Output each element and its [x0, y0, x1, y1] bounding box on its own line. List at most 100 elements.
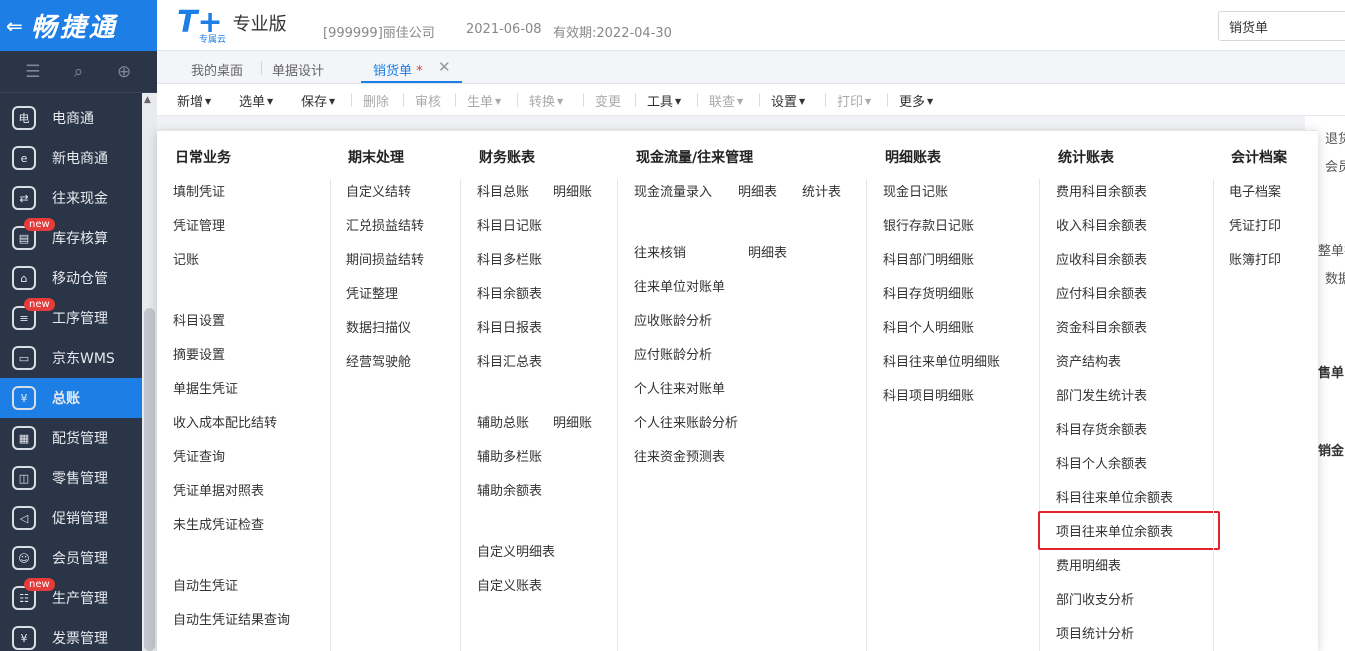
menu-item-voucher-query[interactable]: 凭证查询	[173, 446, 225, 465]
menu-item-inventory-balance[interactable]: 科目存货余额表	[1056, 419, 1147, 438]
tab-form-design[interactable]: 单据设计	[272, 60, 324, 79]
sidebar-item-distribution[interactable]: ▦ 配货管理	[0, 418, 142, 458]
menu-item-inventory-detail[interactable]: 科目存货明细账	[883, 283, 974, 302]
search-input[interactable]	[1218, 11, 1345, 41]
delete-button[interactable]: 删除	[363, 91, 389, 110]
menu-item-summary-settings[interactable]: 摘要设置	[173, 344, 225, 363]
menu-item-data-scanner[interactable]: 数据扫描仪	[346, 317, 411, 336]
menu-item-aux-multicolumn[interactable]: 辅助多栏账	[477, 446, 542, 465]
sidebar-item-member[interactable]: ☺ 会员管理	[0, 538, 142, 578]
save-button[interactable]: 保存 ▼	[301, 91, 335, 110]
app-logo[interactable]: ⇐ 畅捷通	[0, 0, 157, 51]
tab-sales-order[interactable]: 销货单 *	[373, 60, 423, 79]
menu-item-writeoff-detail[interactable]: 明细表	[748, 242, 787, 261]
menu-item-account-journal[interactable]: 科目日记账	[477, 215, 542, 234]
menu-item-revenue-cost-matching[interactable]: 收入成本配比结转	[173, 412, 277, 431]
settings-button[interactable]: 设置 ▼	[771, 91, 805, 110]
menu-item-ap-aging[interactable]: 应付账龄分析	[634, 344, 712, 363]
sidebar-item-promotion[interactable]: ◁ 促销管理	[0, 498, 142, 538]
sidebar-item-jd-wms[interactable]: ▭ 京东WMS	[0, 338, 142, 378]
menu-item-aux-detail-ledger[interactable]: 明细账	[553, 412, 592, 431]
menu-item-document-to-voucher[interactable]: 单据生凭证	[173, 378, 238, 397]
menu-item-cashflow-detail[interactable]: 明细表	[738, 181, 777, 200]
sidebar-item-new-ecommerce[interactable]: e 新电商通	[0, 138, 142, 178]
menu-item-fill-voucher[interactable]: 填制凭证	[173, 181, 225, 200]
menu-item-ar-ap-writeoff[interactable]: 往来核销	[634, 242, 686, 261]
menu-item-cashflow-stats[interactable]: 统计表	[802, 181, 841, 200]
sidebar-item-ecommerce[interactable]: 电 电商通	[0, 98, 142, 138]
menu-item-ungenerated-voucher-check[interactable]: 未生成凭证检查	[173, 514, 264, 533]
menu-item-dept-stats[interactable]: 部门发生统计表	[1056, 385, 1147, 404]
sidebar-item-warehouse[interactable]: ⌂ 移动仓管	[0, 258, 142, 298]
print-button[interactable]: 打印 ▼	[837, 91, 871, 110]
menu-item-dept-income-expense[interactable]: 部门收支分析	[1056, 589, 1134, 608]
menu-item-personal-detail[interactable]: 科目个人明细账	[883, 317, 974, 336]
new-button[interactable]: 新增 ▼	[177, 91, 211, 110]
menu-item-ledger-print[interactable]: 账簿打印	[1229, 249, 1281, 268]
menu-item-voucher-print[interactable]: 凭证打印	[1229, 215, 1281, 234]
sidebar-item-retail[interactable]: ◫ 零售管理	[0, 458, 142, 498]
menu-item-cashflow-entry[interactable]: 现金流量录入	[634, 181, 712, 200]
sidebar-item-production[interactable]: new ☷ 生产管理	[0, 578, 142, 618]
menu-icon[interactable]: ☰	[18, 62, 48, 82]
add-doc-icon[interactable]: ⊕	[109, 62, 139, 82]
menu-item-account-summary[interactable]: 科目汇总表	[477, 351, 542, 370]
sidebar-item-inventory[interactable]: new ▤ 库存核算	[0, 218, 142, 258]
menu-item-exchange-carryover[interactable]: 汇兑损益结转	[346, 215, 424, 234]
back-arrow-icon[interactable]: ⇐	[6, 14, 23, 38]
tools-button[interactable]: 工具 ▼	[647, 91, 681, 110]
menu-item-bank-journal[interactable]: 银行存款日记账	[883, 215, 974, 234]
sidebar-item-process[interactable]: new ≡ 工序管理	[0, 298, 142, 338]
scroll-up-arrow-icon[interactable]: ▲	[144, 95, 151, 105]
menu-item-cash-journal[interactable]: 现金日记账	[883, 181, 948, 200]
menu-item-custom-detail[interactable]: 自定义明细表	[477, 541, 555, 560]
close-icon[interactable]: ✕	[438, 58, 451, 76]
convert-button[interactable]: 转换 ▼	[529, 91, 563, 110]
menu-item-personal-aging[interactable]: 个人往来账龄分析	[634, 412, 738, 431]
menu-item-voucher-organize[interactable]: 凭证整理	[346, 283, 398, 302]
menu-item-custom-report[interactable]: 自定义账表	[477, 575, 542, 594]
tab-my-desktop[interactable]: 我的桌面	[191, 60, 243, 79]
menu-item-revenue-balance[interactable]: 收入科目余额表	[1056, 215, 1147, 234]
menu-item-partner-statement[interactable]: 往来单位对账单	[634, 276, 725, 295]
menu-item-voucher-document-comparison[interactable]: 凭证单据对照表	[173, 480, 264, 499]
menu-item-payable-balance[interactable]: 应付科目余额表	[1056, 283, 1147, 302]
menu-item-account-general-ledger[interactable]: 科目总账	[477, 181, 529, 200]
menu-item-fund-balance[interactable]: 资金科目余额表	[1056, 317, 1147, 336]
select-button[interactable]: 选单 ▼	[239, 91, 273, 110]
menu-item-custom-carryover[interactable]: 自定义结转	[346, 181, 411, 200]
menu-item-personal-balance[interactable]: 科目个人余额表	[1056, 453, 1147, 472]
menu-item-expense-detail[interactable]: 费用明细表	[1056, 555, 1121, 574]
sidebar-item-ledger[interactable]: ¥ 总账	[0, 378, 142, 418]
menu-item-account-balance[interactable]: 科目余额表	[477, 283, 542, 302]
menu-item-aux-general-ledger[interactable]: 辅助总账	[477, 412, 529, 431]
change-button[interactable]: 变更	[595, 91, 621, 110]
menu-item-personal-statement[interactable]: 个人往来对账单	[634, 378, 725, 397]
generate-button[interactable]: 生单 ▼	[467, 91, 501, 110]
menu-item-auto-voucher[interactable]: 自动生凭证	[173, 575, 238, 594]
menu-item-receivable-balance[interactable]: 应收科目余额表	[1056, 249, 1147, 268]
menu-item-voucher-management[interactable]: 凭证管理	[173, 215, 225, 234]
scrollbar-thumb[interactable]	[144, 308, 155, 651]
menu-item-period-pl-carryover[interactable]: 期间损益结转	[346, 249, 424, 268]
link-query-button[interactable]: 联查 ▼	[709, 91, 743, 110]
menu-item-account-daily-report[interactable]: 科目日报表	[477, 317, 542, 336]
menu-item-project-detail[interactable]: 科目项目明细账	[883, 385, 974, 404]
menu-item-project-stats[interactable]: 项目统计分析	[1056, 623, 1134, 642]
menu-item-account-multicolumn[interactable]: 科目多栏账	[477, 249, 542, 268]
sidebar-item-cash[interactable]: ⇄ 往来现金	[0, 178, 142, 218]
menu-item-auto-voucher-result[interactable]: 自动生凭证结果查询	[173, 609, 290, 628]
menu-item-detail-ledger[interactable]: 明细账	[553, 181, 592, 200]
menu-item-asset-structure[interactable]: 资产结构表	[1056, 351, 1121, 370]
menu-item-partner-detail[interactable]: 科目往来单位明细账	[883, 351, 1000, 370]
more-button[interactable]: 更多 ▼	[899, 91, 933, 110]
menu-item-aux-balance[interactable]: 辅助余额表	[477, 480, 542, 499]
sidebar-item-invoice[interactable]: ¥ 发票管理	[0, 618, 142, 651]
menu-item-posting[interactable]: 记账	[173, 249, 199, 268]
sidebar-scrollbar[interactable]: ▲	[142, 93, 157, 651]
menu-item-account-settings[interactable]: 科目设置	[173, 310, 225, 329]
menu-item-ar-aging[interactable]: 应收账龄分析	[634, 310, 712, 329]
menu-item-expense-balance[interactable]: 费用科目余额表	[1056, 181, 1147, 200]
search-doc-icon[interactable]: ⌕	[63, 62, 93, 82]
menu-item-dept-detail[interactable]: 科目部门明细账	[883, 249, 974, 268]
